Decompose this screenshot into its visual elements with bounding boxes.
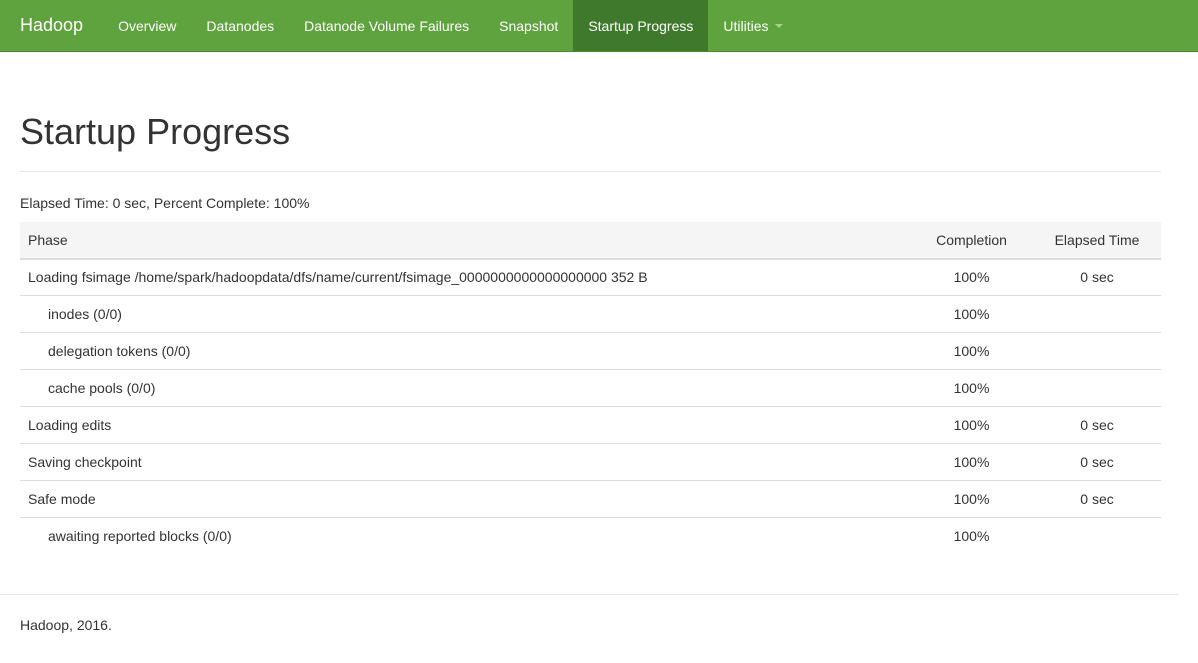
completion-cell: 100% [910, 480, 1033, 518]
table-row: Loading edits 100% 0 sec [20, 406, 1161, 444]
completion-cell: 100% [910, 443, 1033, 481]
completion-cell: 100% [910, 517, 1033, 555]
phase-cell: Saving checkpoint [20, 443, 910, 481]
phase-step-cell: delegation tokens (0/0) [20, 332, 910, 370]
progress-summary: Elapsed Time: 0 sec, Percent Complete: 1… [20, 194, 310, 211]
nav-datanodes[interactable]: Datanodes [191, 0, 289, 51]
table-row: inodes (0/0) 100% [20, 295, 1161, 333]
nav-datanode-volume-failures[interactable]: Datanode Volume Failures [289, 0, 484, 51]
table-row: Safe mode 100% 0 sec [20, 480, 1161, 518]
caret-down-icon [774, 23, 783, 28]
table-row: Saving checkpoint 100% 0 sec [20, 443, 1161, 481]
elapsed-cell [1033, 332, 1161, 370]
nav-overview[interactable]: Overview [103, 0, 191, 51]
phase-step-cell: awaiting reported blocks (0/0) [20, 517, 910, 555]
column-header-completion: Completion [910, 221, 1033, 260]
table-header-row: Phase Completion Elapsed Time [20, 221, 1161, 260]
table-row: delegation tokens (0/0) 100% [20, 332, 1161, 370]
brand-link[interactable]: Hadoop [0, 0, 103, 51]
phase-cell: Loading edits [20, 406, 910, 444]
completion-cell: 100% [910, 332, 1033, 370]
phase-step-cell: inodes (0/0) [20, 295, 910, 333]
completion-cell: 100% [910, 406, 1033, 444]
footer-divider [0, 594, 1178, 595]
top-navbar: Hadoop Overview Datanodes Datanode Volum… [0, 0, 1198, 52]
table-row: cache pools (0/0) 100% [20, 369, 1161, 407]
nav-utilities-label: Utilities [723, 17, 769, 34]
table-row: awaiting reported blocks (0/0) 100% [20, 517, 1161, 555]
elapsed-cell: 0 sec [1033, 406, 1161, 444]
column-header-phase: Phase [20, 221, 910, 260]
main-content: Startup Progress Elapsed Time: 0 sec, Pe… [20, 52, 1161, 555]
nav-snapshot[interactable]: Snapshot [484, 0, 573, 51]
startup-progress-table: Phase Completion Elapsed Time Loading fs… [20, 221, 1161, 555]
nav-startup-progress[interactable]: Startup Progress [573, 0, 709, 51]
completion-cell: 100% [910, 295, 1033, 333]
phase-cell: Safe mode [20, 480, 910, 518]
elapsed-cell [1033, 517, 1161, 555]
footer-text: Hadoop, 2016. [20, 617, 112, 633]
elapsed-cell [1033, 295, 1161, 333]
page-title: Startup Progress [20, 111, 291, 152]
elapsed-cell: 0 sec [1080, 269, 1114, 286]
elapsed-cell: 0 sec [1033, 480, 1161, 518]
completion-cell: 100% [910, 369, 1033, 407]
elapsed-cell: 0 sec [1033, 443, 1161, 481]
table-row: Loading fsimage /home/spark/hadoopdata/d… [20, 259, 1161, 296]
elapsed-cell [1033, 369, 1161, 407]
phase-step-cell: cache pools (0/0) [20, 369, 910, 407]
nav-utilities-dropdown[interactable]: Utilities [708, 0, 797, 51]
completion-cell: 100% [953, 269, 990, 286]
title-divider [20, 170, 1161, 172]
column-header-elapsed-time: Elapsed Time [1033, 221, 1161, 260]
phase-cell: Loading fsimage /home/spark/hadoopdata/d… [28, 269, 648, 286]
